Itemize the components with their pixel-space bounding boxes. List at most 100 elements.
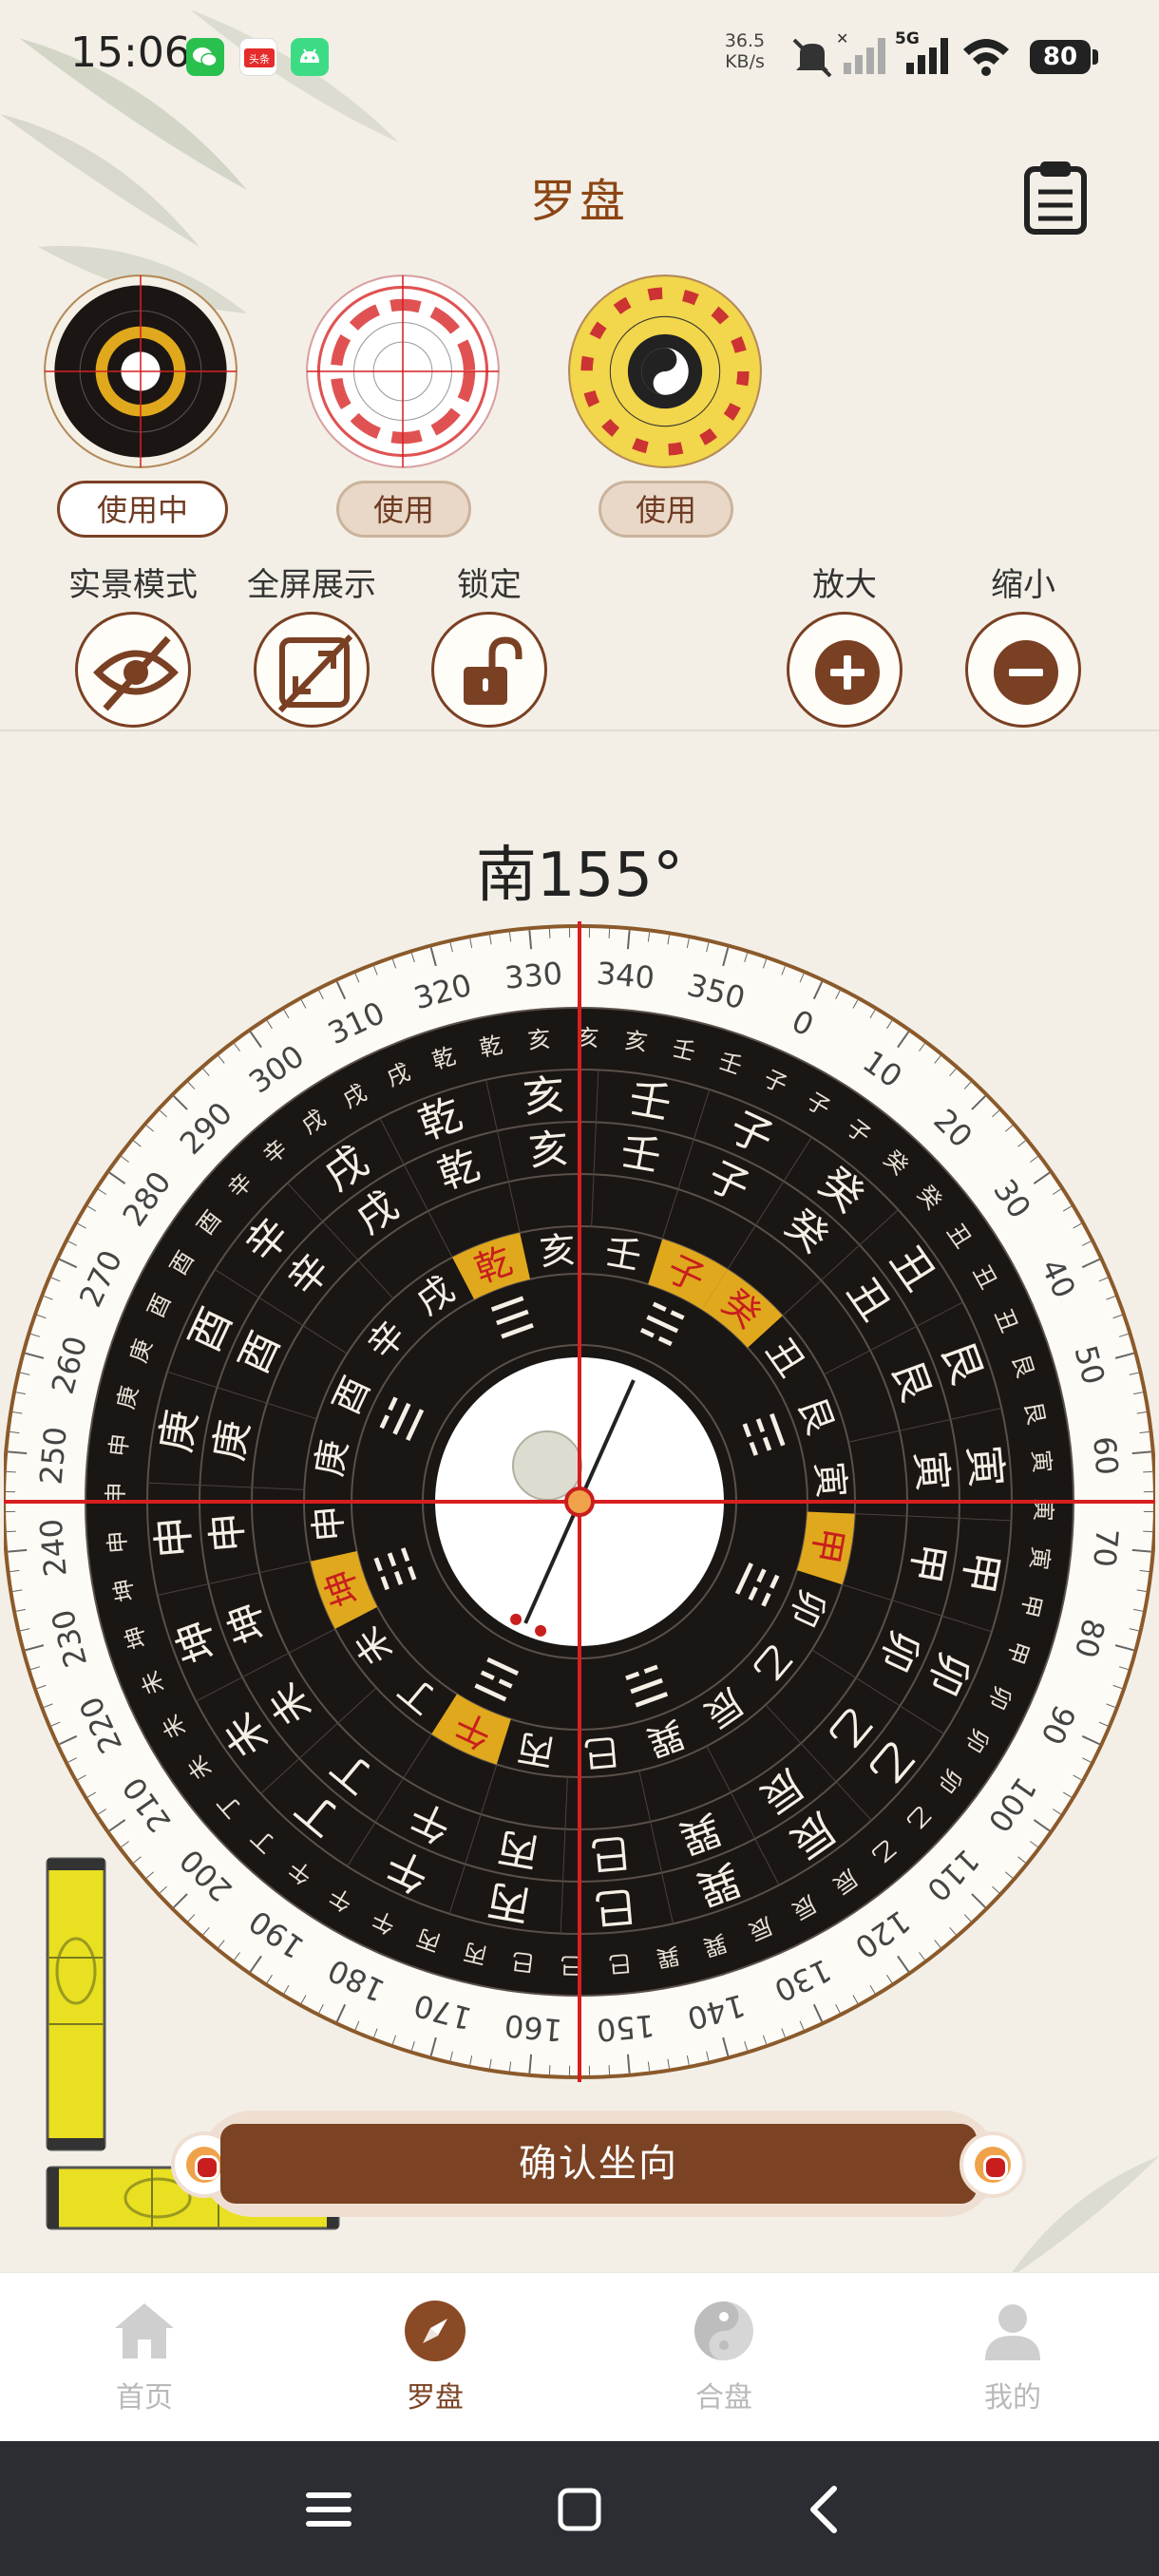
mountain-inner-label: 巳 (581, 1730, 621, 1774)
minus-icon (994, 640, 1058, 705)
compass-style-1[interactable]: 使用中 (43, 274, 242, 538)
network-type: 5G (895, 29, 920, 48)
lock-tool[interactable]: 锁定 (408, 562, 570, 728)
vertical-level-bubble (46, 1857, 106, 2151)
needle-tail-dot (510, 1613, 522, 1625)
style-3-button[interactable]: 使用 (598, 481, 733, 538)
confirm-orientation-bar: 确认坐向 (171, 2111, 1026, 2217)
eye-off-icon (93, 635, 179, 711)
mountain-mid-label: 寅 (906, 1449, 956, 1493)
lock-label: 锁定 (457, 566, 522, 604)
plus-icon (815, 640, 880, 705)
toutiao-icon: 头条 (239, 38, 277, 76)
degree-label: 250 (33, 1425, 74, 1486)
degree-tick (6, 1530, 16, 1533)
menu-icon[interactable] (298, 2479, 359, 2540)
fullscreen-button[interactable] (254, 612, 370, 728)
mountain-inner-label: 丙 (514, 1726, 557, 1773)
zoom-in-label: 放大 (812, 566, 877, 604)
home-square-icon[interactable] (549, 2479, 610, 2540)
yin-yang-icon (694, 2301, 753, 2360)
toutiao-label: 头条 (249, 52, 270, 66)
compass-icon (405, 2301, 466, 2361)
mountain-inner-label: 壬 (601, 1230, 644, 1278)
battery-indicator: 80 (1030, 40, 1091, 74)
mountain-outer-label: 壬 (625, 1074, 674, 1129)
needle-tail-dot (535, 1624, 547, 1637)
zoom-out-label: 缩小 (991, 566, 1055, 604)
wechat-icon (186, 38, 224, 76)
clipboard-icon (1024, 161, 1087, 235)
degree-label: 70 (1086, 1527, 1125, 1569)
nav-match[interactable]: 合盘 (629, 2298, 819, 2415)
confirm-orientation-button[interactable]: 确认坐向 (220, 2124, 977, 2204)
mountain-outer-label: 庚 (152, 1407, 207, 1456)
compass-style-thumbnail-black (44, 275, 238, 468)
style-2-button[interactable]: 使用 (336, 481, 471, 538)
heading-direction: 南 (475, 841, 537, 911)
mountain-mid-label: 申 (202, 1510, 252, 1554)
bottom-navigation: 首页 罗盘 合盘 我的 (0, 2272, 1159, 2441)
dragon-label: 亥 (623, 1027, 649, 1056)
nav-profile[interactable]: 我的 (918, 2298, 1108, 2415)
back-icon[interactable] (794, 2479, 855, 2540)
degree-tick (608, 928, 611, 938)
degree-label: 340 (595, 956, 656, 996)
degree-label: 330 (503, 956, 563, 996)
lock-button[interactable] (431, 612, 547, 728)
mountain-inner-label: 庚 (308, 1436, 355, 1479)
android-icon (291, 38, 329, 76)
right-slider-knob[interactable] (960, 2131, 1026, 2198)
live-mode-button[interactable] (75, 612, 191, 728)
degree-label: 240 (33, 1517, 74, 1578)
compass-style-thumbnail-red (306, 275, 500, 468)
mountain-inner-label: 亥 (538, 1228, 578, 1273)
clipboard-button[interactable] (1021, 160, 1090, 236)
compass-center-pivot (564, 1487, 595, 1517)
live-mode-label: 实景模式 (68, 566, 198, 604)
degree-tick (608, 2065, 611, 2075)
system-navigation-bar (0, 2441, 1159, 2576)
mute-icon (792, 38, 832, 78)
mountain-outer-label: 甲 (953, 1547, 1008, 1597)
dragon-label: 寅 (1027, 1449, 1055, 1473)
nav-profile-label: 我的 (984, 2381, 1041, 2415)
zoom-out-tool[interactable]: 缩小 (942, 562, 1104, 728)
mountain-mid-label: 壬 (618, 1127, 665, 1181)
dragon-label: 巳 (510, 1947, 536, 1977)
fullscreen-tool[interactable]: 全屏展示 (231, 562, 392, 728)
mountain-mid-label: 丙 (494, 1824, 542, 1877)
compass-style-3[interactable]: 使用 (567, 274, 767, 538)
zoom-out-button[interactable] (965, 612, 1081, 728)
nav-home-label: 首页 (116, 2381, 173, 2415)
svg-text:✕: ✕ (836, 30, 848, 47)
nav-match-label: 合盘 (695, 2381, 752, 2415)
status-time: 15:06 (70, 28, 191, 77)
fullscreen-off-icon (277, 634, 353, 713)
mountain-outer-label: 亥 (522, 1070, 567, 1123)
mountain-outer-label: 巳 (592, 1881, 637, 1933)
mountain-outer-label: 丙 (484, 1875, 534, 1930)
mountain-mid-label: 亥 (527, 1125, 571, 1174)
dragon-label: 寅 (1025, 1545, 1054, 1571)
mountain-mid-label: 庚 (205, 1416, 258, 1464)
dragon-label: 申 (104, 1432, 134, 1458)
degree-tick (6, 1470, 16, 1473)
dragon-label: 巳 (607, 1949, 632, 1978)
mountain-inner-label: 寅 (808, 1460, 852, 1500)
signal-icon-sim1: ✕ (836, 30, 885, 74)
zoom-in-button[interactable] (787, 612, 902, 728)
nav-compass[interactable]: 罗盘 (340, 2298, 530, 2415)
nav-home[interactable]: 首页 (49, 2298, 239, 2415)
style-1-button[interactable]: 使用中 (57, 481, 228, 538)
battery-tip (1092, 49, 1098, 65)
user-icon (985, 2304, 1040, 2360)
degree-tick (548, 2065, 551, 2075)
degree-tick (1143, 1530, 1153, 1533)
zoom-in-tool[interactable]: 放大 (764, 562, 925, 728)
live-mode-tool[interactable]: 实景模式 (52, 562, 214, 728)
compass-style-2[interactable]: 使用 (305, 274, 504, 538)
compass-style-thumbnail-yellow (568, 275, 762, 468)
degree-label: 150 (595, 2007, 656, 2048)
luopan-compass[interactable]: 0102030405060708090100110120130140150160… (4, 921, 1155, 2082)
